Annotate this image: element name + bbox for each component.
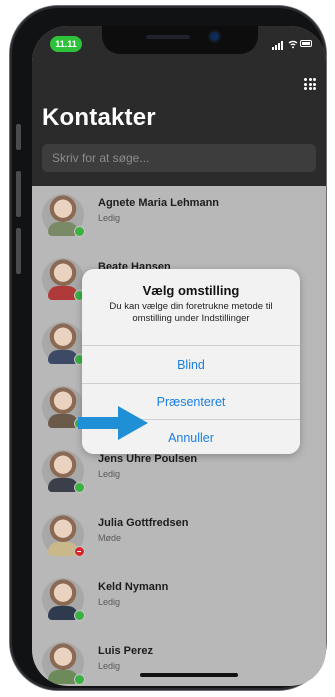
contact-status: Ledig (98, 469, 121, 479)
blind-transfer-button[interactable]: Blind (82, 345, 300, 383)
notch (102, 26, 258, 54)
list-item[interactable]: Luis Perez Ledig (32, 634, 326, 686)
volume-down-button (16, 228, 21, 274)
contact-status: Ledig (98, 213, 121, 223)
page-title: Kontakter (42, 104, 156, 131)
list-item[interactable]: Keld Nymann Ledig (32, 570, 326, 634)
status-time: 11.11 (50, 36, 82, 52)
wifi-icon (288, 40, 298, 49)
contact-status: Ledig (98, 661, 121, 671)
phone-frame: 11.11 Kontakter Skriv for at søge... Agn… (10, 6, 326, 690)
battery-icon (300, 40, 312, 47)
contact-name: Keld Nymann (98, 581, 169, 593)
available-status-icon (74, 226, 85, 237)
dialog-message: Du kan vælge din foretrukne metode til o… (109, 301, 273, 324)
keypad-grid-icon[interactable] (304, 78, 316, 90)
search-input[interactable] (42, 144, 316, 172)
status-icons (272, 38, 312, 50)
volume-up-button (16, 171, 21, 217)
mute-switch (16, 124, 21, 150)
contact-name: Julia Gottfredsen (98, 517, 189, 529)
list-item[interactable]: Agnete Maria Lehmann Ledig (32, 186, 326, 250)
available-status-icon (74, 482, 85, 493)
contact-name: Agnete Maria Lehmann (98, 197, 220, 209)
dialog-title: Vælg omstilling (142, 283, 240, 298)
arrow-right-icon (78, 406, 148, 440)
available-status-icon (74, 674, 85, 685)
app-header: 11.11 Kontakter Skriv for at søge... (32, 26, 326, 186)
front-camera (210, 32, 219, 41)
phone-screen: 11.11 Kontakter Skriv for at søge... Agn… (32, 26, 326, 686)
home-indicator (140, 673, 238, 677)
list-item[interactable]: Julia Gottfredsen Møde (32, 506, 326, 570)
contact-status: Møde (98, 533, 122, 543)
speaker-grille (146, 35, 190, 39)
contact-name: Jens Uhre Poulsen (98, 453, 198, 465)
busy-status-icon (74, 546, 85, 557)
contact-name: Luis Perez (98, 645, 154, 657)
contact-status: Ledig (98, 597, 121, 607)
available-status-icon (74, 610, 85, 621)
